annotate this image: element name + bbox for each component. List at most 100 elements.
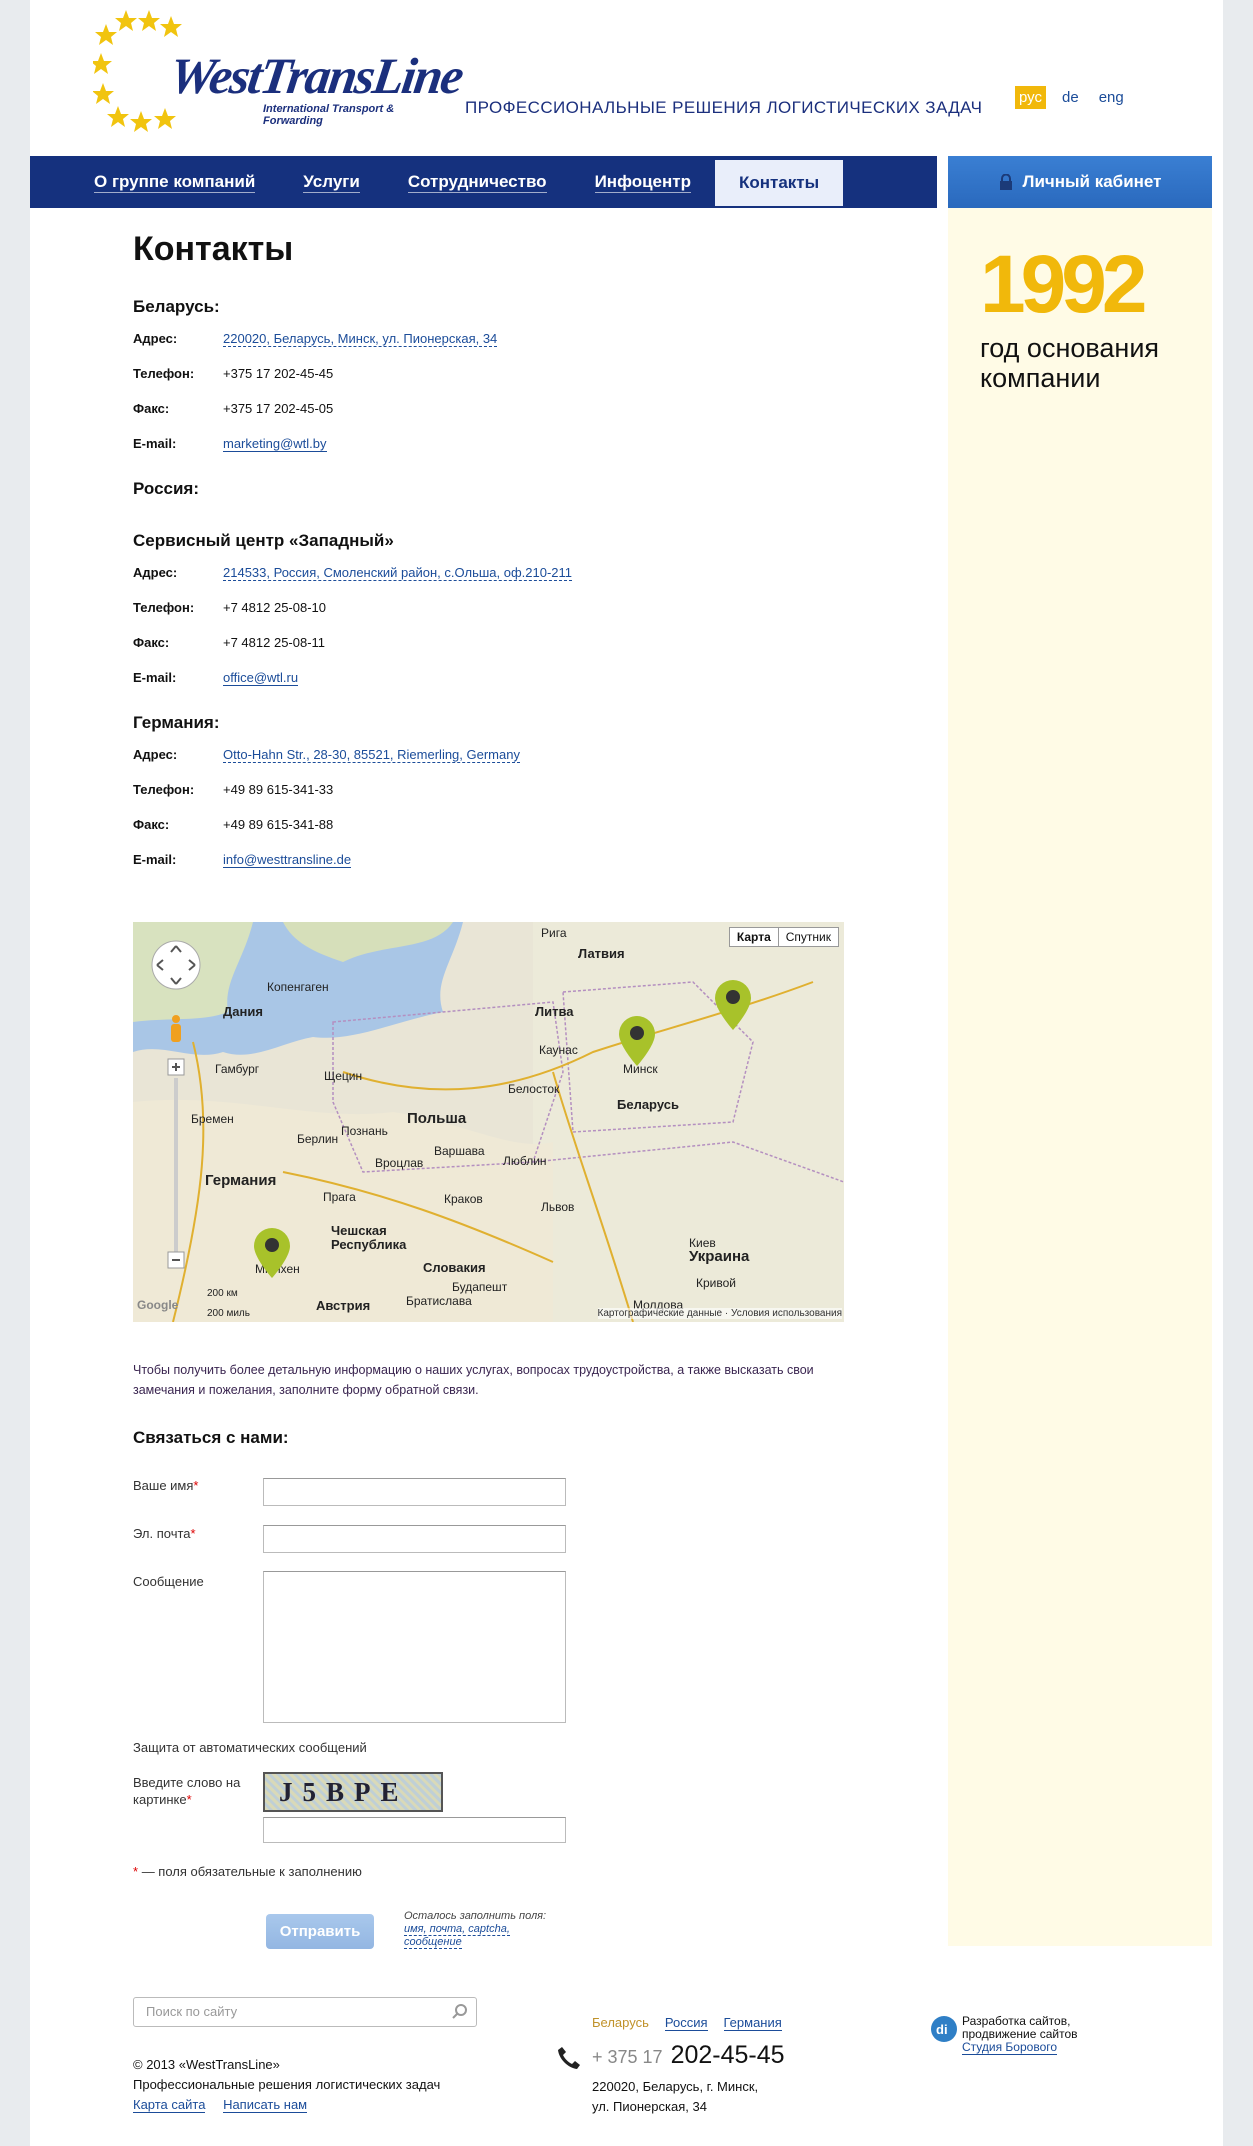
map-label-latvia: Латвия bbox=[578, 946, 625, 961]
footer-tab-belarus[interactable]: Беларусь bbox=[592, 2015, 649, 2031]
nav-services[interactable]: Услуги bbox=[279, 156, 384, 208]
service-email-link[interactable]: office@wtl.ru bbox=[223, 670, 299, 686]
captcha-label: Введите слово на картинке* bbox=[133, 1775, 241, 1807]
developer-link[interactable]: Студия Борового bbox=[962, 2040, 1058, 2055]
belarus-fax-row: Факс: +375 17 202-45-05 bbox=[133, 401, 334, 416]
protection-label: Защита от автоматических сообщений bbox=[133, 1740, 367, 1755]
map-label-szczecin: Щецин bbox=[324, 1069, 363, 1083]
info-text: Чтобы получить более детальную информаци… bbox=[133, 1363, 814, 1397]
captcha-input[interactable] bbox=[263, 1817, 566, 1843]
germany-fax-row: Факс: +49 89 615-341-88 bbox=[133, 817, 334, 832]
map-label-lviv: Львов bbox=[541, 1200, 575, 1214]
map-label-poznan: Познань bbox=[341, 1124, 388, 1138]
belarus-email-link[interactable]: marketing@wtl.by bbox=[223, 436, 327, 452]
map-google-logo: Google bbox=[137, 1298, 179, 1312]
service-phone-row: Телефон: +7 4812 25-08-10 bbox=[133, 600, 327, 615]
language-switcher: рус de eng bbox=[1015, 86, 1128, 109]
phone-icon bbox=[558, 2047, 580, 2069]
map-label-prague: Прага bbox=[323, 1190, 356, 1204]
map-label-hamburg: Гамбург bbox=[215, 1062, 260, 1076]
write-us-link[interactable]: Написать нам bbox=[223, 2097, 308, 2113]
service-email-row: E-mail: office@wtl.ru bbox=[133, 670, 299, 686]
founded-year: 1992 bbox=[980, 239, 1147, 330]
belarus-address-link[interactable]: 220020, Беларусь, Минск, ул. Пионерская,… bbox=[223, 331, 498, 347]
map-label-budapest: Будапешт bbox=[452, 1280, 508, 1294]
map-label-austria: Австрия bbox=[316, 1298, 371, 1313]
form-title: Связаться с нами: bbox=[133, 1428, 289, 1447]
service-address-link[interactable]: 214533, Россия, Смоленский район, с.Ольш… bbox=[223, 565, 573, 581]
map-type-map[interactable]: Карта bbox=[730, 928, 779, 946]
remaining-fields-list[interactable]: имя, почта, captcha, сообщение bbox=[404, 1923, 510, 1949]
submit-button[interactable]: Отправить bbox=[266, 1914, 374, 1949]
lang-de[interactable]: de bbox=[1058, 86, 1083, 109]
nav-about[interactable]: О группе компаний bbox=[70, 156, 279, 208]
footer-copyright: © 2013 «WestTransLine» Профессиональные … bbox=[133, 2057, 441, 2113]
map-pan-control-icon[interactable] bbox=[151, 940, 201, 990]
footer-address: 220020, Беларусь, г. Минск, ул. Пионерск… bbox=[592, 2079, 759, 2114]
zoom-slider[interactable] bbox=[167, 1058, 187, 1278]
service-address-row: Адрес: 214533, Россия, Смоленский район,… bbox=[133, 565, 573, 581]
lang-ru[interactable]: рус bbox=[1015, 86, 1047, 109]
search-input[interactable]: Поиск по сайту bbox=[133, 1997, 477, 2027]
street-view-icon[interactable] bbox=[167, 1014, 185, 1046]
lang-en[interactable]: eng bbox=[1095, 86, 1128, 109]
developer-logo-icon: di bbox=[931, 2016, 957, 2042]
map-marker-smolensk-icon[interactable] bbox=[715, 980, 751, 1030]
map-type-toggle: Карта Спутник bbox=[728, 927, 839, 947]
map-label-germany: Германия bbox=[205, 1172, 277, 1189]
header-tagline: ПРОФЕССИОНАЛЬНЫЕ РЕШЕНИЯ ЛОГИСТИЧЕСКИХ З… bbox=[465, 98, 983, 117]
region-germany-title: Германия: bbox=[133, 713, 220, 732]
search-icon[interactable] bbox=[452, 2004, 468, 2020]
main-nav: О группе компаний Услуги Сотрудничество … bbox=[30, 156, 937, 208]
region-russia-title: Россия: bbox=[133, 479, 200, 498]
sitemap-link[interactable]: Карта сайта bbox=[133, 2097, 206, 2113]
logo-text: WestTransLine bbox=[166, 49, 466, 105]
personal-cabinet-button[interactable]: Личный кабинет bbox=[948, 156, 1212, 208]
map-label-warsaw: Варшава bbox=[434, 1144, 485, 1158]
germany-phone-row: Телефон: +49 89 615-341-33 bbox=[133, 782, 334, 797]
name-input[interactable] bbox=[263, 1478, 566, 1506]
email-input[interactable] bbox=[263, 1525, 566, 1553]
map-label-czech: Чешская Республика bbox=[331, 1223, 407, 1252]
map-label-copenhagen: Копенгаген bbox=[267, 980, 329, 994]
footer-tab-russia[interactable]: Россия bbox=[664, 2015, 708, 2031]
required-note: * — поля обязательные к заполнению bbox=[133, 1864, 362, 1879]
page: WestTransLine International Transport & … bbox=[30, 0, 1223, 2146]
name-label: Ваше имя* bbox=[133, 1478, 199, 1493]
map-marker-munich-icon[interactable] bbox=[254, 1228, 290, 1278]
belarus-address-row: Адрес: 220020, Беларусь, Минск, ул. Пион… bbox=[133, 331, 498, 347]
germany-address-link[interactable]: Otto-Hahn Str., 28-30, 85521, Riemerling… bbox=[223, 747, 520, 763]
nav-cooperation[interactable]: Сотрудничество bbox=[384, 156, 571, 208]
remaining-fields: Осталось заполнить поля: имя, почта, cap… bbox=[404, 1910, 547, 1949]
map-label-kryvyi: Кривой bbox=[696, 1276, 736, 1290]
footer-country-tabs: Беларусь Россия Германия bbox=[592, 2015, 782, 2031]
contacts-map[interactable]: Рига Латвия Копенгаген Дания Литва Кауна… bbox=[133, 922, 844, 1322]
message-textarea[interactable] bbox=[263, 1571, 566, 1723]
map-label-berlin: Берлин bbox=[297, 1132, 339, 1146]
map-label-kaunas: Каунас bbox=[539, 1043, 578, 1057]
map-label-slovakia: Словакия bbox=[423, 1260, 486, 1275]
germany-email-row: E-mail: info@westtransline.de bbox=[133, 852, 352, 868]
map-marker-minsk-icon[interactable] bbox=[619, 1016, 655, 1066]
map-scale-km: 200 км bbox=[207, 1288, 238, 1299]
founded-caption: год основания компании bbox=[980, 333, 1160, 393]
map-label-poland: Польша bbox=[407, 1110, 467, 1127]
logo[interactable]: WestTransLine International Transport & … bbox=[93, 10, 465, 140]
map-label-riga: Рига bbox=[541, 926, 567, 940]
nav-contacts[interactable]: Контакты bbox=[714, 160, 844, 206]
footer-phone: + 375 17 202-45-45 bbox=[592, 2041, 785, 2069]
belarus-email-row: E-mail: marketing@wtl.by bbox=[133, 436, 327, 452]
service-fax-row: Факс: +7 4812 25-08-11 bbox=[133, 635, 326, 650]
cabinet-label: Личный кабинет bbox=[1022, 172, 1162, 191]
map-footer[interactable]: Картографические данные · Условия исполь… bbox=[597, 1308, 842, 1319]
map-type-satellite[interactable]: Спутник bbox=[779, 928, 838, 946]
map-label-ukraine: Украина bbox=[689, 1248, 750, 1265]
map-label-krakow: Краков bbox=[444, 1192, 483, 1206]
belarus-phone-row: Телефон: +375 17 202-45-45 bbox=[133, 366, 334, 381]
footer-tab-germany[interactable]: Германия bbox=[723, 2015, 782, 2031]
map-label-bremen: Бремен bbox=[191, 1112, 234, 1126]
nav-infocenter[interactable]: Инфоцентр bbox=[571, 156, 715, 208]
germany-email-link[interactable]: info@westtransline.de bbox=[223, 852, 352, 868]
lock-icon bbox=[999, 174, 1012, 190]
developer-credit: Разработка сайтов, продвижение сайтов Ст… bbox=[962, 2014, 1078, 2055]
